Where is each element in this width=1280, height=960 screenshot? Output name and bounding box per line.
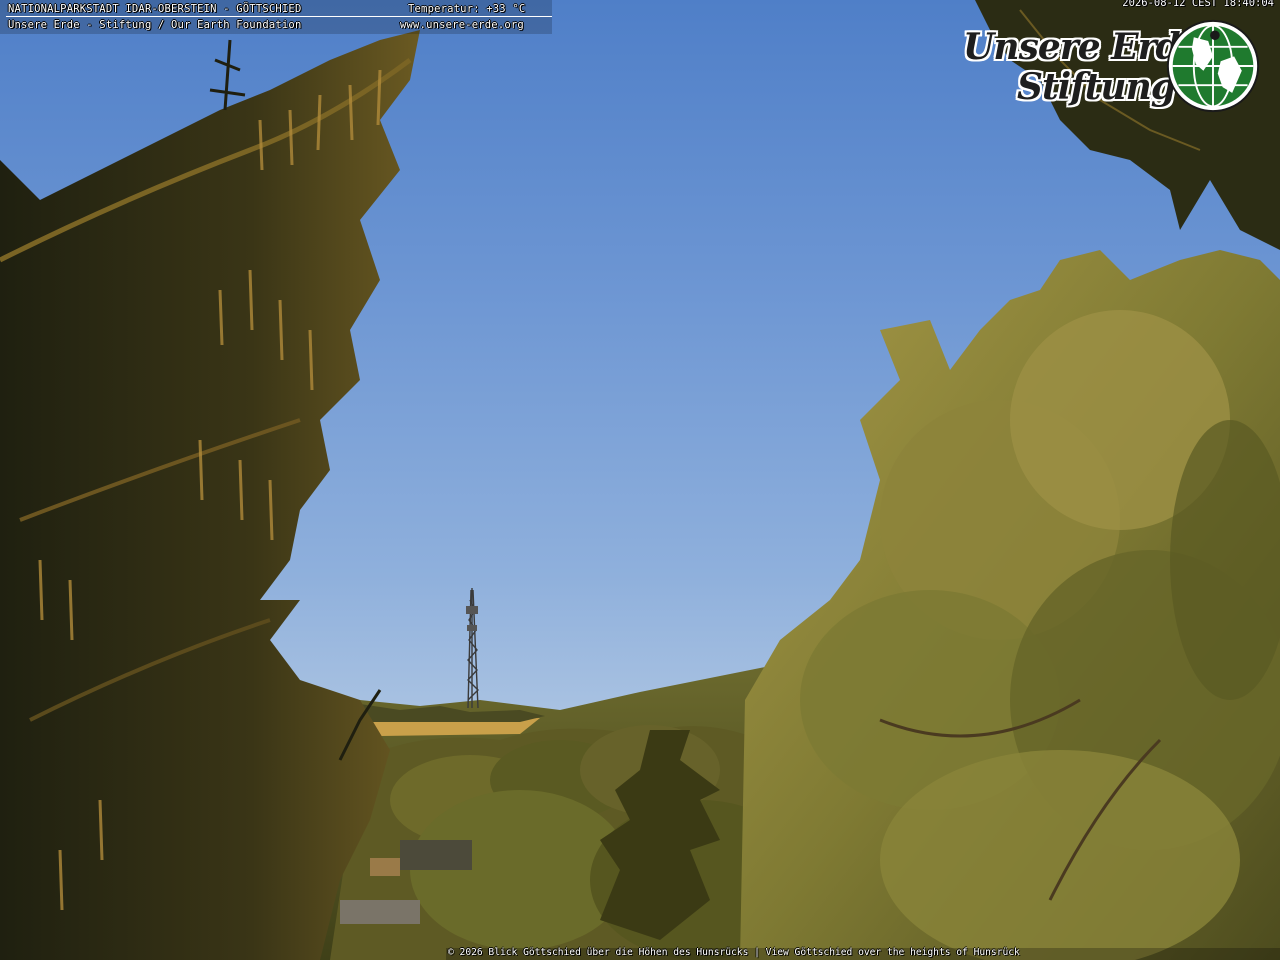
- foundation-url: www.unsere-erde.org: [400, 19, 524, 31]
- landscape-scene: [0, 0, 1280, 960]
- transmitter-tower: [466, 588, 479, 709]
- temperature-readout: Temperatur: +33 °C: [408, 3, 526, 15]
- timestamp: 2026-08-12 CEST 18:40:04: [1122, 0, 1274, 9]
- left-spruce-tree: [0, 30, 420, 960]
- bottom-caption-bar: © 2026 Blick Göttschied über die Höhen d…: [446, 947, 1280, 960]
- top-caption-bar: NATIONALPARKSTADT IDAR-OBERSTEIN - GÖTTS…: [0, 0, 552, 34]
- house-roof: [340, 900, 420, 924]
- logo-text-line2: Stiftung: [1017, 66, 1176, 108]
- foundation-name: Unsere Erde - Stiftung / Our Earth Found…: [8, 19, 302, 31]
- globe-icon: [1166, 19, 1260, 113]
- caption-divider: [6, 16, 552, 17]
- bottom-caption-text: © 2026 Blick Göttschied über die Höhen d…: [448, 947, 1020, 958]
- foundation-logo: Unsere Erde Stiftung: [955, 18, 1265, 118]
- house-roof: [400, 840, 472, 870]
- right-deciduous-tree: [740, 250, 1280, 960]
- webcam-image: NATIONALPARKSTADT IDAR-OBERSTEIN - GÖTTS…: [0, 0, 1280, 960]
- location-title: NATIONALPARKSTADT IDAR-OBERSTEIN - GÖTTS…: [8, 3, 302, 15]
